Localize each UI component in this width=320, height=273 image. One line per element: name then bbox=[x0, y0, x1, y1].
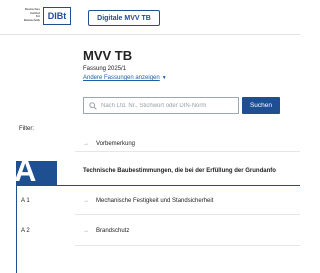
app-home-button[interactable]: Digitale MVV TB bbox=[88, 10, 160, 26]
search-button[interactable]: Suchen bbox=[242, 97, 280, 114]
toc-preamble-label: Vorbemerkung bbox=[96, 141, 136, 147]
logo-institution-text: Deutsches Institut für Bautechnik bbox=[23, 7, 40, 22]
search-icon bbox=[89, 102, 97, 110]
logo-mark: DIBt bbox=[43, 7, 71, 25]
section-a-letter: A bbox=[16, 161, 37, 185]
top-header: Deutsches Institut für Bautechnik DIBt Digi… bbox=[0, 0, 300, 35]
page-title: MVV TB bbox=[83, 48, 133, 63]
arrow-right-icon: → bbox=[83, 198, 89, 204]
section-a-rule bbox=[16, 185, 300, 186]
divider bbox=[75, 151, 300, 152]
divider bbox=[75, 214, 300, 215]
arrow-right-icon: → bbox=[83, 141, 89, 147]
toc-item-a2[interactable]: → Brandschutz bbox=[83, 228, 129, 234]
edition-label: Fassung 2025/1 bbox=[83, 66, 127, 72]
divider bbox=[75, 245, 300, 246]
section-a-left-border bbox=[16, 186, 17, 273]
item-a2-code: A 2 bbox=[21, 228, 30, 234]
toc-item-a2-label: Brandschutz bbox=[96, 228, 130, 234]
arrow-right-icon: → bbox=[83, 228, 89, 234]
item-a1-code: A 1 bbox=[21, 198, 30, 204]
search-input[interactable] bbox=[101, 99, 237, 112]
toc-preamble[interactable]: → Vorbemerkung bbox=[83, 141, 135, 147]
search-field[interactable] bbox=[83, 97, 239, 114]
section-a-badge: A bbox=[16, 161, 57, 185]
chevron-down-icon: ▼ bbox=[161, 75, 167, 81]
toc-item-a1-label: Mechanische Festigkeit und Standsicherhe… bbox=[96, 198, 214, 204]
filter-label: Filter: bbox=[19, 126, 34, 132]
other-versions-toggle[interactable]: Andere Fassungen anzeigen ▼ bbox=[83, 75, 167, 81]
section-a-title[interactable]: Technische Baubestimmungen, die bei der … bbox=[83, 168, 276, 174]
other-versions-label: Andere Fassungen anzeigen bbox=[83, 75, 160, 81]
dibt-logo[interactable]: Deutsches Institut für Bautechnik DIBt bbox=[10, 7, 72, 28]
toc-item-a1[interactable]: → Mechanische Festigkeit und Standsicherh… bbox=[83, 198, 213, 204]
